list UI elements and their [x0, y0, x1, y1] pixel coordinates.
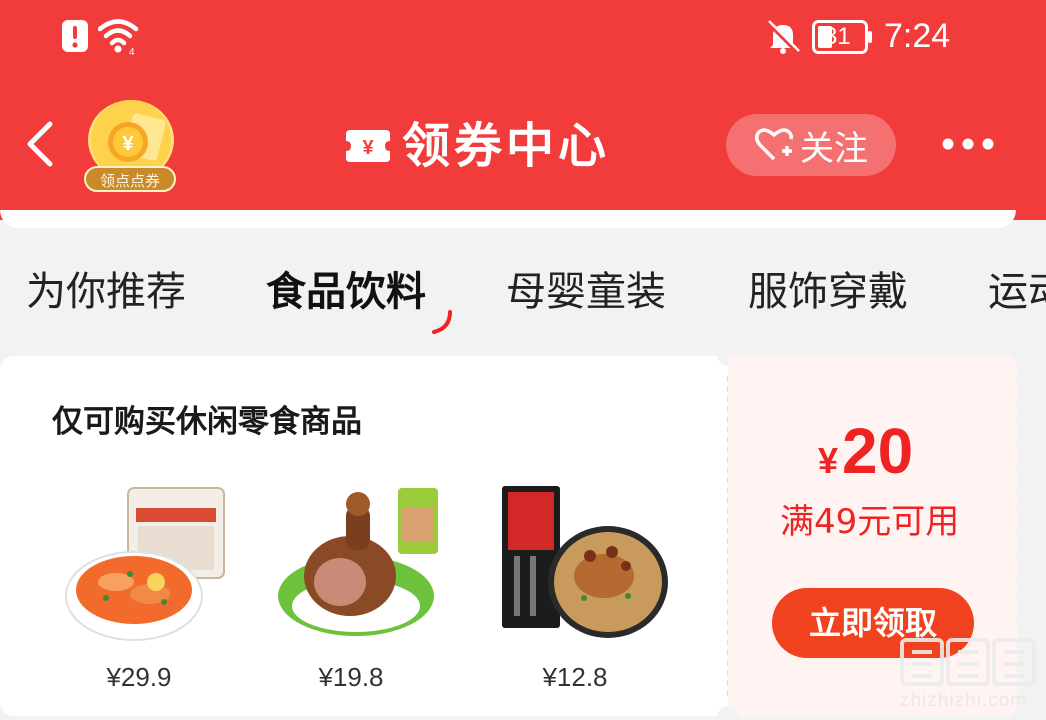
app-header: 4 31 7:24 ¥ 领点点券 ¥ 领券中心 关注 — [0, 0, 1046, 220]
back-chevron-icon[interactable] — [18, 114, 62, 174]
svg-text:¥: ¥ — [362, 137, 374, 159]
status-bar: 4 31 7:24 — [0, 0, 1046, 80]
wifi-icon: 4 — [98, 19, 139, 56]
battery-icon: 31 — [812, 20, 874, 54]
coupon-yuan-icon: ¥ — [346, 130, 390, 162]
fried-snack-image — [65, 487, 225, 641]
tab-baby-kids[interactable]: 母婴童装 — [506, 262, 666, 322]
follow-label: 关注 — [800, 128, 868, 169]
battery-level: 31 — [824, 23, 851, 50]
svg-text:¥: ¥ — [122, 133, 134, 155]
product-price: ¥29.9 — [106, 662, 172, 692]
svg-text:4: 4 — [129, 47, 135, 56]
coupon-amount: ¥20 — [818, 414, 913, 488]
points-coupon-badge[interactable]: ¥ 领点点券 — [84, 100, 180, 192]
product-item[interactable]: ¥19.8 — [276, 486, 466, 692]
alert-icon — [62, 20, 88, 52]
coupon-condition: 满49元可用 — [780, 502, 960, 542]
mute-bell-icon — [766, 20, 800, 54]
page-title: 领券中心 — [402, 118, 611, 174]
points-badge-label: 领点点券 — [84, 166, 176, 192]
watermark-site: zhizhizhi.com — [900, 690, 1028, 711]
active-tab-indicator — [432, 310, 452, 334]
nav-bar: ¥ 领点点券 ¥ 领券中心 关注 — [0, 92, 1046, 202]
tab-recommend[interactable]: 为你推荐 — [26, 262, 186, 322]
product-item[interactable]: ¥29.9 — [64, 486, 254, 692]
tab-food-drinks[interactable]: 食品饮料 — [266, 262, 426, 322]
tab-apparel[interactable]: 服饰穿戴 — [748, 262, 908, 322]
category-tabs: 为你推荐 食品饮料 母婴童装 服饰穿戴 运动 — [0, 262, 1046, 334]
heart-plus-icon — [755, 128, 793, 161]
status-time: 7:24 — [884, 17, 951, 55]
tab-sports[interactable]: 运动 — [988, 262, 1046, 322]
more-dots-icon[interactable] — [936, 126, 1000, 162]
coupon-currency: ¥ — [818, 440, 839, 481]
watermark-logo — [900, 638, 1036, 686]
coupon-amount-value: 20 — [842, 415, 914, 487]
product-item[interactable]: ¥12.8 — [500, 486, 690, 692]
chicken-drumstick-image — [278, 488, 438, 636]
coupon-card: 仅可购买休闲零食商品 ¥29.9 ¥19.8 ¥12.8 ¥20 满49元可用 … — [0, 356, 1018, 716]
header-bottom-edge — [0, 210, 1016, 228]
page-title-group: ¥ 领券中心 — [344, 116, 610, 176]
noodle-box-image — [502, 486, 668, 638]
coupon-restriction-text: 仅可购买休闲零食商品 — [52, 404, 362, 440]
product-price: ¥12.8 — [542, 662, 608, 692]
follow-button[interactable]: 关注 — [726, 114, 896, 176]
product-price: ¥19.8 — [318, 662, 384, 692]
